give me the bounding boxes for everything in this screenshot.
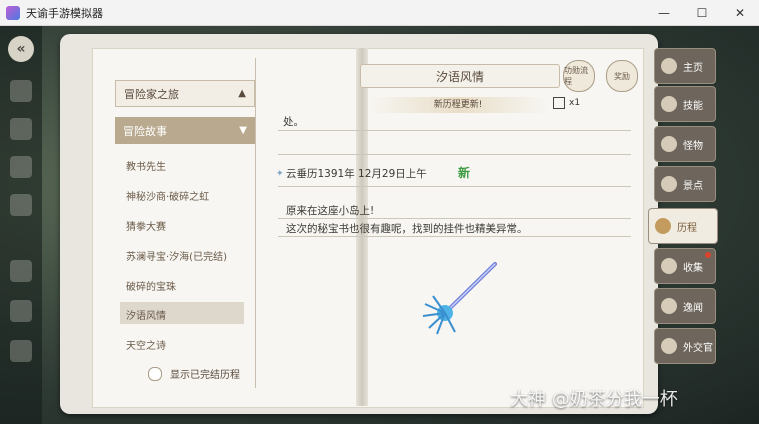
tool-icon[interactable] [10, 118, 32, 140]
section-adventure-stories[interactable]: 冒险故事 ▼ [115, 117, 255, 144]
story-item-selected[interactable]: 汐语风情 [126, 307, 166, 322]
chevron-up-icon: ▲ [238, 88, 246, 99]
home-icon [661, 58, 677, 74]
diplomat-icon [661, 338, 677, 354]
tool-icon[interactable] [10, 300, 32, 322]
radio-icon[interactable] [148, 366, 162, 381]
toggle-label: 显示已完结历程 [170, 370, 240, 381]
app-icon [6, 5, 20, 20]
pen-icon [553, 97, 565, 109]
nav-skills[interactable]: 技能 [654, 86, 716, 122]
monster-icon [661, 136, 677, 152]
page-title: 汐语风情 [360, 64, 560, 88]
nav-home[interactable]: 主页 [654, 48, 716, 84]
minimize-button[interactable]: — [645, 0, 683, 25]
ruled-line [278, 154, 631, 155]
nav-monsters[interactable]: 怪物 [654, 126, 716, 162]
section-label: 冒险故事 [123, 124, 167, 138]
anecdote-icon [661, 298, 677, 314]
section-adventurer-journey[interactable]: 冒险家之旅 ▲ [115, 80, 255, 107]
new-tag: 新 [458, 166, 471, 180]
nav-journey[interactable]: 历程 [648, 208, 718, 244]
close-button[interactable]: ✕ [721, 0, 759, 25]
entry-line-2: 这次的秘宝书也很有趣呢，找到的挂件也精美异常。 [286, 223, 528, 235]
ruled-line [278, 218, 631, 219]
ruled-line [278, 130, 631, 131]
story-item[interactable]: 天空之诗 [126, 337, 166, 352]
nav-collection[interactable]: 收集 [654, 248, 716, 284]
section-label: 冒险家之旅 [124, 87, 179, 101]
ruled-line [278, 186, 631, 187]
journey-icon [655, 218, 671, 234]
ruled-line [278, 236, 631, 237]
story-item[interactable]: 苏澜寻宝·汐海(已完结) [126, 248, 227, 263]
tool-icon[interactable] [10, 194, 32, 216]
date-marker-icon: ✦ [276, 169, 284, 179]
skills-icon [661, 96, 677, 112]
tool-icon[interactable] [10, 80, 32, 102]
tool-icon[interactable] [10, 156, 32, 178]
story-item[interactable]: 破碎的宝珠 [126, 278, 176, 293]
tool-icon[interactable] [10, 340, 32, 362]
collection-icon [661, 258, 677, 274]
watermark: 大神 @奶茶分我一杯 [510, 389, 678, 410]
notification-dot [705, 252, 711, 258]
landmark-icon [661, 176, 677, 192]
pendant-image [422, 262, 497, 335]
title-bar: 天谕手游模拟器 — ☐ ✕ [0, 0, 759, 26]
nav-diplomat[interactable]: 外交官 [654, 328, 716, 364]
chevron-down-icon: ▼ [239, 125, 247, 136]
story-item[interactable]: 猜拳大赛 [126, 218, 166, 233]
tool-icon[interactable] [10, 260, 32, 282]
reward-badge[interactable]: 奖励 [606, 60, 638, 92]
back-icon[interactable]: « [8, 36, 34, 62]
update-banner: 新历程更新! [368, 97, 548, 113]
entry-date: 云垂历1391年 12月29日上午 [286, 168, 427, 180]
previous-text: 处。 [283, 116, 304, 128]
entry-line-1: 原来在这座小岛上! [286, 205, 375, 217]
story-item[interactable]: 神秘沙商·破碎之虹 [126, 188, 209, 203]
nav-anecdotes[interactable]: 逸闻 [654, 288, 716, 324]
item-count: x1 [553, 97, 580, 109]
window-title: 天谕手游模拟器 [26, 6, 103, 20]
merit-badge[interactable]: 功勋流程 [563, 60, 595, 92]
show-completed-toggle[interactable]: 显示已完结历程 [148, 366, 240, 381]
story-item[interactable]: 教书先生 [126, 158, 166, 173]
nav-spots[interactable]: 景点 [654, 166, 716, 202]
maximize-button[interactable]: ☐ [683, 0, 721, 25]
